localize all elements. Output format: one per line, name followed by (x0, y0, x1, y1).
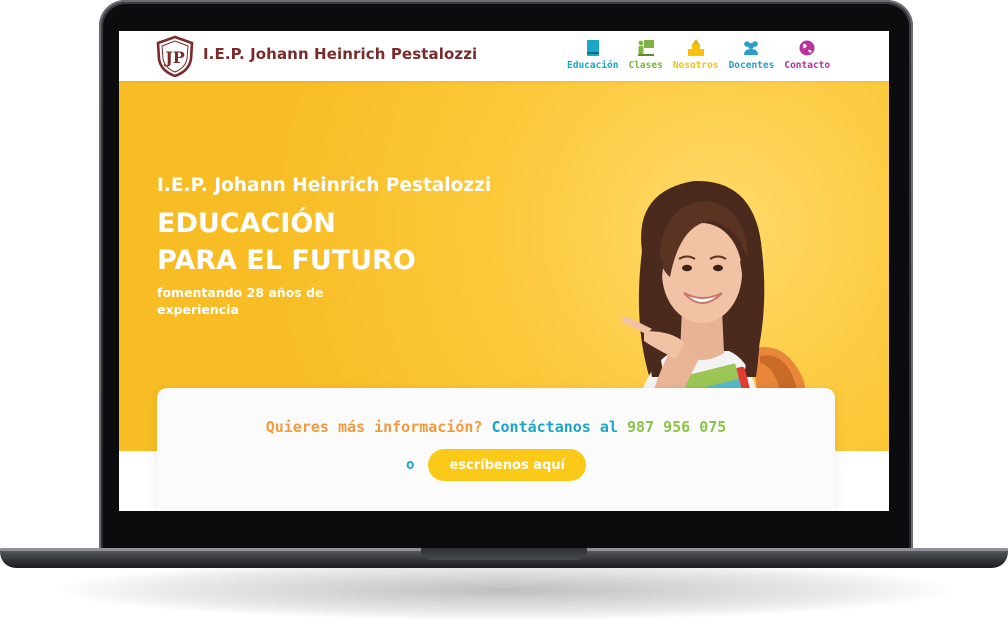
nav-label-contacto: Contacto (784, 60, 831, 71)
school-logo[interactable]: JP (155, 35, 195, 77)
contact-or: o (406, 457, 415, 473)
contact-card: Quieres más información? Contáctanos al … (157, 388, 835, 511)
contact-phone[interactable]: 987 956 075 (627, 418, 726, 436)
contact-cta-row: o escríbenos aquí (157, 449, 835, 481)
hero-school-name: I.E.P. Johann Heinrich Pestalozzi (157, 175, 492, 196)
classroom-icon (637, 40, 654, 56)
nav-item-educacion[interactable]: Educación (567, 39, 618, 75)
nav-label-clases: Clases (628, 60, 663, 71)
nav-item-contacto[interactable]: Contacto (784, 39, 830, 75)
contact-question: Quieres más información? (265, 418, 483, 436)
brand-name[interactable]: I.E.P. Johann Heinrich Pestalozzi (203, 45, 477, 63)
nav-label-docentes: Docentes (728, 60, 775, 71)
write-us-button[interactable]: escríbenos aquí (428, 449, 586, 481)
site-header: JP I.E.P. Johann Heinrich Pestalozzi Edu… (119, 31, 889, 81)
hero-title: EDUCACIÓN PARA EL FUTURO (157, 205, 416, 279)
hero-subtitle: fomentando 28 años de experiencia (157, 285, 324, 317)
laptop-screen: I.E.P. Johann Heinrich Pestalozzi EDUCAC… (119, 31, 889, 511)
nav-item-clases[interactable]: Clases (628, 39, 663, 75)
contact-label: Contáctanos al (491, 418, 618, 436)
contact-line: Quieres más información? Contáctanos al … (157, 418, 835, 436)
logo-initials: JP (163, 48, 185, 67)
people-icon (744, 41, 759, 55)
globe-icon (799, 40, 815, 56)
main-nav: Educación Clases Nosotros Docentes Conta… (567, 39, 830, 75)
hero-title-line2: PARA EL FUTURO (157, 245, 416, 276)
laptop-shadow (60, 560, 950, 620)
building-icon (687, 39, 704, 56)
nav-item-docentes[interactable]: Docentes (728, 39, 775, 75)
book-icon (586, 40, 599, 56)
nav-label-educacion: Educación (567, 60, 619, 71)
hero-title-line1: EDUCACIÓN (157, 208, 336, 239)
laptop-notch (421, 548, 587, 560)
nav-item-nosotros[interactable]: Nosotros (673, 39, 719, 75)
nav-label-nosotros: Nosotros (672, 60, 719, 71)
